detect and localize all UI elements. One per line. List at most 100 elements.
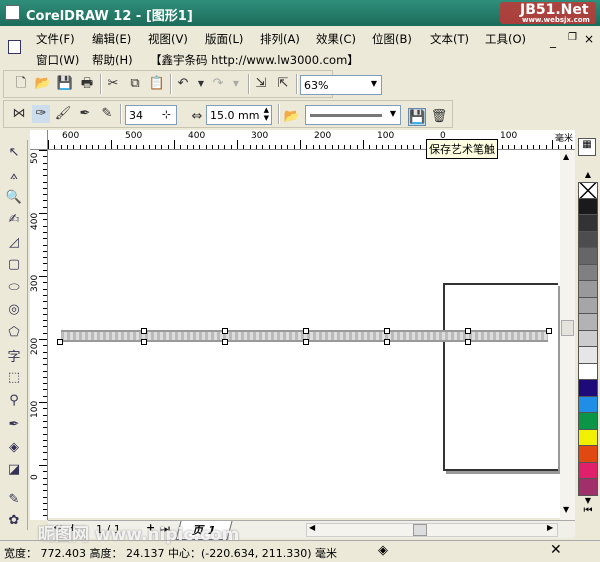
scroll-thumb[interactable] [561, 320, 574, 336]
color-swatch[interactable] [578, 248, 598, 265]
width-input[interactable]: 15.0 mm ▲ ▼ [206, 105, 272, 125]
color-swatch[interactable] [578, 446, 598, 463]
node-handle[interactable] [222, 328, 228, 334]
node-handle[interactable] [465, 339, 471, 345]
spinner-icon[interactable]: ▲ ▼ [264, 106, 269, 122]
brush-stroke-select[interactable]: ▼ [305, 105, 401, 125]
color-swatch[interactable] [578, 297, 598, 314]
zoom-select[interactable]: 63% ▼ [300, 75, 382, 95]
node-handle[interactable] [141, 328, 147, 334]
delete-icon[interactable]: 🗑 [430, 108, 448, 126]
vertical-scrollbar[interactable]: ▲ ▼ [560, 150, 575, 520]
color-swatch[interactable] [578, 264, 598, 281]
scroll-down-icon[interactable]: ▼ [563, 505, 569, 514]
palette-options-icon[interactable]: ▦ [578, 138, 596, 156]
text-tool-icon[interactable]: 字 [5, 346, 23, 365]
vertical-ruler[interactable]: 400 300 200 100 0 50 [30, 150, 48, 520]
preset-icon[interactable]: ⋈ [10, 105, 28, 123]
color-swatch[interactable] [578, 314, 598, 331]
rectangle-tool-icon[interactable]: ▢ [5, 257, 23, 275]
menu-item[interactable]: 视图(V) [148, 31, 188, 47]
color-swatch[interactable] [578, 198, 598, 215]
freehand-tool-icon[interactable]: ✍ [5, 212, 23, 230]
scroll-up-icon[interactable]: ▲ [563, 152, 569, 161]
menu-item[interactable]: 效果(C) [316, 31, 356, 47]
import-icon[interactable]: ⇲ [252, 75, 270, 93]
menu-item[interactable]: 排列(A) [260, 31, 300, 47]
scroll-left-icon[interactable]: ◀ [309, 523, 315, 532]
extrude-tool-icon[interactable]: ⬚ [5, 370, 23, 388]
node-handle[interactable] [141, 339, 147, 345]
brush-icon[interactable]: ✑ [32, 105, 50, 123]
zoom-tool-icon[interactable]: 🔍 [5, 190, 23, 208]
color-swatch[interactable] [578, 413, 598, 430]
eyedropper-tool-icon[interactable]: ⚲ [5, 393, 23, 411]
hscroll-thumb[interactable] [413, 524, 427, 536]
pressure-icon[interactable]: ✎ [98, 105, 116, 123]
node-handle[interactable] [384, 328, 390, 334]
open-icon[interactable]: 📂 [34, 75, 52, 93]
no-color-swatch[interactable] [578, 182, 598, 199]
undo-dropdown-icon[interactable]: ▼ [192, 75, 210, 93]
node-handle[interactable] [303, 339, 309, 345]
menu-item[interactable]: 文本(T) [430, 31, 469, 47]
interactive-fill-tool-icon[interactable]: ◪ [5, 462, 23, 480]
menu-item[interactable]: 工具(O) [485, 31, 526, 47]
close-button[interactable]: × [584, 32, 594, 46]
pick-tool-icon[interactable]: ↖ [5, 145, 23, 163]
outline-tool-icon[interactable]: ✒ [5, 417, 23, 435]
color-swatch[interactable] [578, 462, 598, 479]
basic-shapes-tool-icon[interactable]: ⬠ [5, 325, 23, 343]
restore-button[interactable]: ❐ [568, 32, 577, 43]
color-swatch[interactable] [578, 380, 598, 397]
color-swatch[interactable] [578, 281, 598, 298]
menu-item[interactable]: 帮助(H) [92, 52, 133, 68]
menu-item[interactable]: 位图(B) [372, 31, 412, 47]
color-swatch[interactable] [578, 231, 598, 248]
sprayer-icon[interactable]: 🖌 [54, 105, 72, 123]
color-swatch[interactable] [578, 396, 598, 413]
undo-icon[interactable]: ↶ [174, 75, 192, 93]
cut-icon[interactable]: ✂ [104, 75, 122, 93]
node-handle[interactable] [57, 339, 63, 345]
horizontal-scrollbar[interactable]: ◀ ▶ [306, 523, 558, 537]
ellipse-tool-icon[interactable]: ⬭ [5, 280, 23, 298]
menu-item[interactable]: 版面(L) [205, 31, 243, 47]
minimize-button[interactable]: _ [550, 34, 556, 48]
calligraphic-icon[interactable]: ✒ [76, 105, 94, 123]
paste-icon[interactable]: 📋 [148, 75, 166, 93]
color-swatch[interactable] [578, 479, 598, 496]
node-handle[interactable] [465, 328, 471, 334]
browse-icon[interactable]: 📂 [283, 108, 301, 126]
mesh-icon[interactable]: ✿ [5, 513, 23, 531]
ruler-origin[interactable] [30, 130, 48, 150]
color-swatch[interactable] [578, 215, 598, 232]
scroll-right-icon[interactable]: ▶ [547, 523, 553, 532]
palette-down-icon[interactable]: ▼ [578, 496, 598, 505]
color-swatch[interactable] [578, 363, 598, 380]
smart-fill-tool-icon[interactable]: ◿ [5, 235, 23, 253]
spiral-tool-icon[interactable]: ◎ [5, 302, 23, 320]
save-art-stroke-icon[interactable]: 💾 [408, 108, 426, 126]
smoothness-input[interactable]: 34 ⊹ [125, 105, 177, 125]
pen-icon[interactable]: ✎ [5, 492, 23, 510]
save-icon[interactable]: 💾 [56, 75, 74, 93]
print-icon[interactable]: 🖶 [78, 75, 96, 93]
palette-up-icon[interactable]: ▲ [578, 170, 598, 182]
menu-item[interactable]: 编辑(E) [92, 31, 131, 47]
color-swatch[interactable] [578, 347, 598, 364]
node-handle[interactable] [222, 339, 228, 345]
palette-end-icon[interactable]: ⏮ [578, 505, 598, 516]
slider-icon[interactable]: ⊹ [162, 108, 171, 121]
redo-icon[interactable]: ↷ [209, 75, 227, 93]
menu-item[interactable]: 文件(F) [36, 31, 75, 47]
shape-tool-icon[interactable]: ⟑ [5, 168, 23, 186]
node-handle[interactable] [546, 328, 552, 334]
menu-item[interactable]: 【鑫宇条码 http://www.lw3000.com】 [150, 52, 359, 68]
color-swatch[interactable] [578, 330, 598, 347]
menu-item[interactable]: 窗口(W) [36, 52, 79, 68]
redo-dropdown-icon[interactable]: ▼ [227, 75, 245, 93]
new-icon[interactable]: 🗋 [12, 75, 30, 93]
fill-tool-icon[interactable]: ◈ [5, 440, 23, 458]
copy-icon[interactable]: ⧉ [126, 75, 144, 93]
